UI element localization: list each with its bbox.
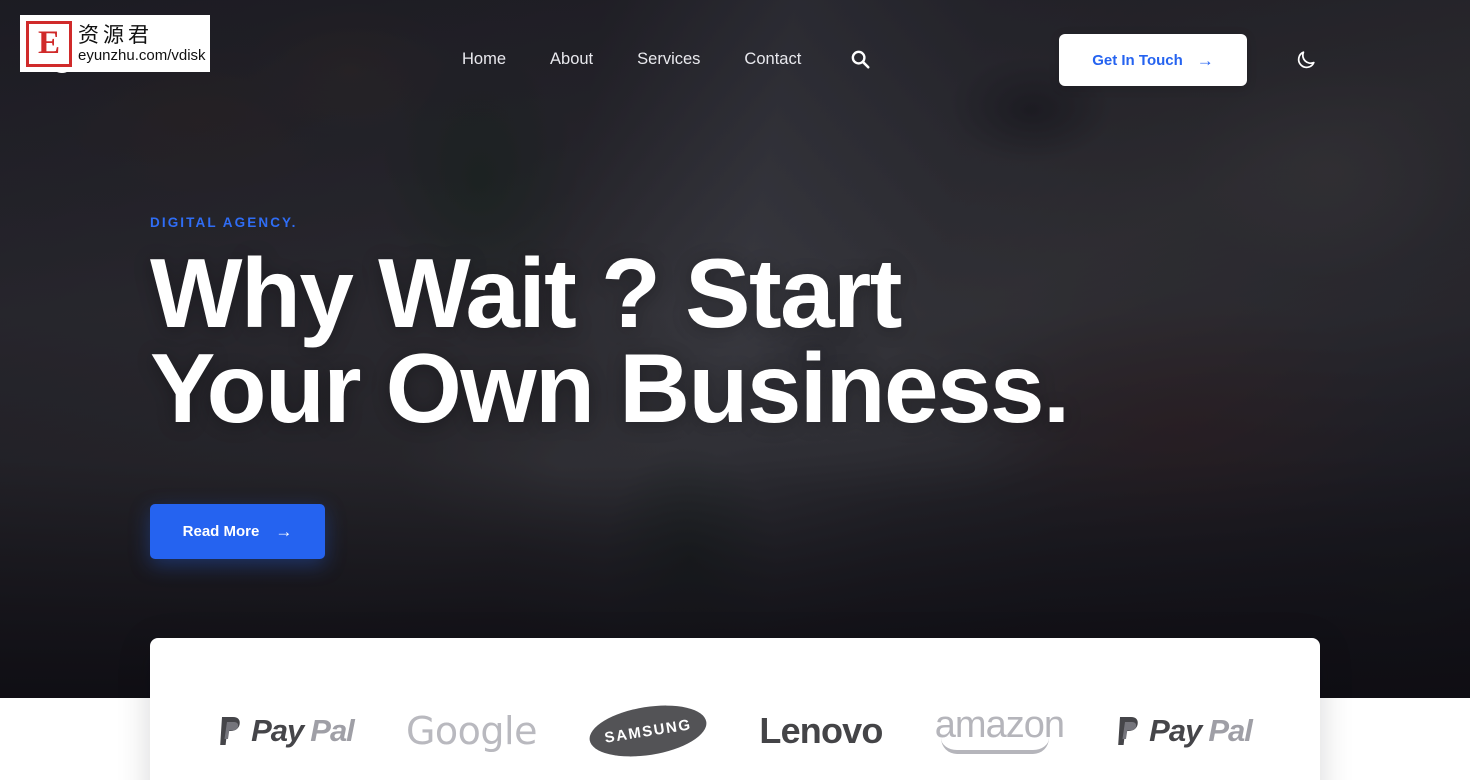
nav-item-home[interactable]: Home [440,44,528,75]
hero-headline: Why Wait ? Start Your Own Business. [150,238,1070,444]
watermark-logo-letter: E [37,25,60,61]
samsung-ellipse: SAMSUNG [586,698,711,764]
watermark-text: 资源君 eyunzhu.com/vdisk [78,23,206,64]
nav-item-contact[interactable]: Contact [722,44,823,75]
paypal-text-pal: Pal [1208,713,1253,748]
watermark-overlay: E 资源君 eyunzhu.com/vdisk [20,15,210,72]
search-icon [851,50,870,69]
samsung-wordmark: SAMSUNG [603,715,693,747]
paypal-wordmark: Pay Pal [218,713,355,749]
nav-item-about[interactable]: About [528,44,615,75]
google-wordmark: Google [405,709,538,753]
brand-logo-lenovo[interactable]: Lenovo [759,703,883,759]
site-header: Agencebiz Home About Services Contact Ge… [0,0,1470,118]
lenovo-wordmark: Lenovo [759,710,883,751]
read-more-button[interactable]: Read More → [150,504,325,560]
brand-logo-amazon[interactable]: amazon [935,703,1065,759]
paypal-p-icon [220,717,240,745]
paypal-text-pal: Pal [310,713,355,748]
amazon-smile-icon [940,738,1049,754]
amazon-wordmark: amazon [935,706,1065,756]
theme-toggle-button[interactable] [1290,44,1322,76]
arrow-right-icon: → [275,522,293,542]
nav-item-services[interactable]: Services [615,44,722,75]
get-in-touch-label: Get In Touch [1092,51,1183,69]
brand-logo-samsung[interactable]: SAMSUNG [586,698,711,764]
get-in-touch-button[interactable]: Get In Touch → [1059,34,1247,86]
paypal-text-pay: Pay [251,713,304,748]
moon-icon [1297,51,1315,69]
paypal-text-pay: Pay [1149,713,1202,748]
brand-logos-card: Pay Pal Google SAMSUNG Lenovo amazon Pay… [150,638,1320,780]
brand-logo-paypal-1[interactable]: Pay Pal [218,703,355,759]
watermark-url: eyunzhu.com/vdisk [78,46,206,64]
brand-logo-google[interactable]: Google [405,703,538,759]
watermark-logo-icon: E [26,20,72,67]
hero-eyebrow: DIGITAL AGENCY. [150,215,298,230]
hero-content: DIGITAL AGENCY. Why Wait ? Start Your Ow… [150,215,1150,560]
read-more-label: Read More [182,523,260,541]
watermark-chinese-name: 资源君 [78,22,153,47]
arrow-right-icon: → [1196,50,1214,70]
main-navigation: Home About Services Contact [440,44,823,75]
paypal-wordmark: Pay Pal [1116,713,1253,749]
search-button[interactable] [845,44,875,74]
brand-logos-row: Pay Pal Google SAMSUNG Lenovo amazon Pay… [150,646,1320,780]
brand-logo-paypal-2[interactable]: Pay Pal [1116,703,1253,759]
paypal-p-icon [1118,717,1138,745]
page-root: Agencebiz Home About Services Contact Ge… [0,0,1470,780]
